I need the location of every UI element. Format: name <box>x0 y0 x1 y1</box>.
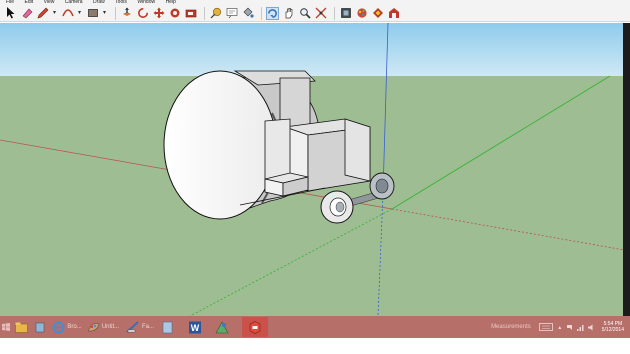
action-center-icon[interactable] <box>566 318 574 336</box>
sky <box>0 23 630 76</box>
pan-tool-icon[interactable] <box>282 7 295 20</box>
taskbar-word[interactable]: W <box>184 317 206 337</box>
app-icon <box>35 322 45 332</box>
taskbar-sketchup[interactable] <box>242 317 268 337</box>
scene-canvas[interactable] <box>0 23 630 316</box>
taskbar-label: Fa... <box>141 324 154 330</box>
pencil-tool-icon[interactable] <box>36 7 49 20</box>
network-icon[interactable] <box>576 318 585 336</box>
taskbar-label: Untit... <box>101 324 120 330</box>
rectangle-tool-icon[interactable] <box>86 7 99 20</box>
volume-icon[interactable] <box>587 318 596 336</box>
document-icon <box>162 321 172 333</box>
system-tray: Measurements ▴ 5:54 PM 5/12/2014 <box>491 316 624 338</box>
move-tool-icon[interactable] <box>152 7 165 20</box>
toolbar-divider <box>115 6 116 20</box>
text-tool-icon[interactable] <box>225 7 238 20</box>
materials-tool-icon[interactable] <box>355 7 368 20</box>
tape-measure-tool-icon[interactable] <box>209 7 222 20</box>
scale-tool-icon[interactable] <box>184 7 197 20</box>
modeling-viewport[interactable] <box>0 23 630 316</box>
taskbar-file-explorer[interactable] <box>12 317 30 337</box>
sketchup-icon <box>249 320 261 334</box>
taskbar-item[interactable] <box>158 317 176 337</box>
taskbar-style-builder[interactable] <box>210 317 234 337</box>
toolbar-divider <box>204 6 205 20</box>
style-builder-icon <box>215 320 229 333</box>
follow-me-tool-icon[interactable] <box>168 7 181 20</box>
main-toolbar: ▾ ▾ ▾ <box>0 5 630 22</box>
chevron-down-icon[interactable]: ▾ <box>52 7 57 20</box>
taskbar-item[interactable] <box>30 317 50 337</box>
keyboard-icon[interactable] <box>538 322 553 332</box>
select-tool-icon[interactable] <box>4 7 17 20</box>
tray-chevron-icon[interactable]: ▴ <box>556 324 564 331</box>
internet-explorer-icon <box>52 321 65 333</box>
clock[interactable]: 5:54 PM 5/12/2014 <box>602 321 624 333</box>
taskbar-internet-explorer[interactable]: Bro... <box>50 317 84 337</box>
rotate-tool-icon[interactable] <box>136 7 149 20</box>
chevron-down-icon[interactable]: ▾ <box>77 7 82 20</box>
taskbar-label: Bro... <box>67 324 82 330</box>
screen-bottom <box>0 338 630 354</box>
paint-icon <box>87 323 100 332</box>
rear-hub-inner <box>375 178 389 194</box>
front-wheel-hub <box>335 201 345 213</box>
paint-bucket-tool-icon[interactable] <box>241 7 254 20</box>
toolbar-divider <box>334 6 335 20</box>
zoom-tool-icon[interactable] <box>298 7 311 20</box>
window-edge <box>623 23 630 316</box>
arc-tool-icon[interactable] <box>61 7 74 20</box>
warehouse-tool-icon[interactable] <box>387 7 400 20</box>
styles-tool-icon[interactable] <box>371 7 384 20</box>
measurements-label: Measurements <box>491 324 531 330</box>
clock-date: 5/12/2014 <box>601 327 624 333</box>
sketchup-window: File Edit View Camera Draw Tools Window … <box>0 0 630 354</box>
orbit-tool-icon[interactable] <box>266 6 279 20</box>
disc-face <box>163 70 277 220</box>
box-face <box>344 118 371 182</box>
eraser-tool-icon[interactable] <box>20 7 33 20</box>
components-tool-icon[interactable] <box>339 7 352 20</box>
zoom-extents-tool-icon[interactable] <box>314 7 327 20</box>
toolbar-divider <box>261 6 262 20</box>
sketchup-layout-icon <box>126 321 139 333</box>
file-explorer-icon <box>14 322 28 333</box>
taskbar: Bro... Untit... Fa... W Measurements ▴ 5… <box>0 316 630 338</box>
svg-text:W: W <box>191 323 200 333</box>
chevron-down-icon[interactable]: ▾ <box>102 7 107 20</box>
word-icon: W <box>189 321 201 333</box>
push-pull-tool-icon[interactable] <box>120 7 133 20</box>
taskbar-sketchup-layout[interactable]: Fa... <box>122 317 158 337</box>
taskbar-paint[interactable]: Untit... <box>84 317 122 337</box>
start-button[interactable] <box>0 317 12 337</box>
